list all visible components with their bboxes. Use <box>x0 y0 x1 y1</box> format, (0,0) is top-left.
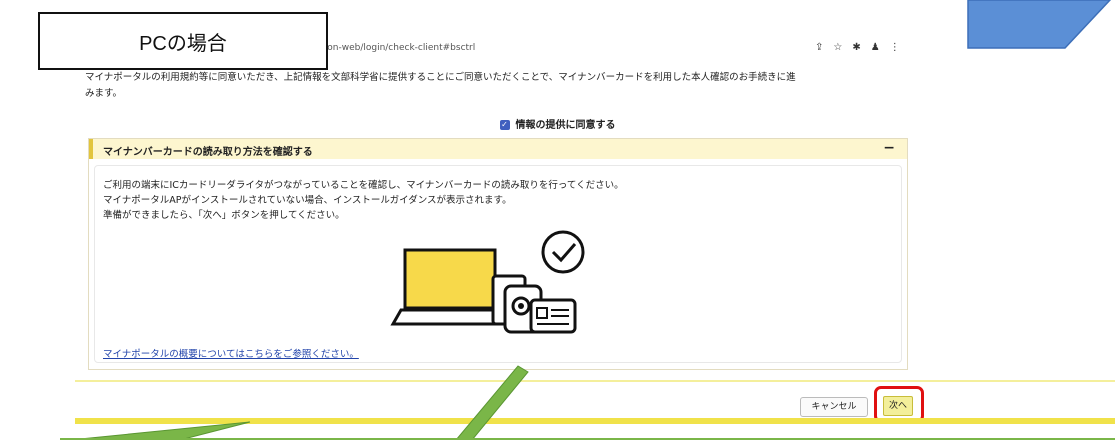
callout-arrow-icon <box>60 365 1115 440</box>
panel-header[interactable]: マイナンバーカードの読み取り方法を確認する − <box>89 139 907 159</box>
instruction-line: 準備ができましたら、「次へ」ボタンを押してください。 <box>103 210 345 221</box>
blue-arrow-icon <box>967 0 1112 49</box>
panel-body: ご利用の端末にICカードリーダライタがつながっていることを確認し、マイナンバーカ… <box>94 165 902 363</box>
consent-checkbox-label[interactable]: 情報の提供に同意する <box>516 120 616 131</box>
instruction-line: ご利用の端末にICカードリーダライタがつながっていることを確認し、マイナンバーカ… <box>103 180 624 191</box>
consent-checkbox-row[interactable]: ✓ 情報の提供に同意する <box>0 116 1115 131</box>
browser-address-bar[interactable]: uation-web/login/check-client#bsctrl ⇪☆✱… <box>230 40 945 62</box>
menu-icon[interactable]: ⋮ <box>890 42 910 53</box>
overview-link[interactable]: マイナポータルの概要についてはこちらをご参照ください。 <box>103 346 359 360</box>
collapse-icon[interactable]: − <box>883 140 895 156</box>
pc-case-label: PCの場合 <box>38 12 328 70</box>
panel-title: マイナンバーカードの読み取り方法を確認する <box>103 147 313 158</box>
card-reading-panel: マイナンバーカードの読み取り方法を確認する − ご利用の端末にICカードリーダラ… <box>88 138 908 370</box>
instruction-line: マイナポータルAPがインストールされていない場合、インストールガイダンスが表示さ… <box>103 195 512 206</box>
instructions: ご利用の端末にICカードリーダライタがつながっていることを確認し、マイナンバーカ… <box>103 178 624 223</box>
browser-toolbar-icons[interactable]: ⇪☆✱♟⋮ <box>815 42 910 53</box>
consent-text-line1: マイナポータルの利用規約等に同意いただき、上記情報を文部科学省に提供することにご… <box>85 72 796 83</box>
share-icon[interactable]: ⇪ <box>815 42 833 53</box>
consent-text-line2: みます。 <box>85 88 123 99</box>
checkbox-checked-icon[interactable]: ✓ <box>499 120 510 130</box>
star-icon[interactable]: ☆ <box>833 42 852 53</box>
laptop-card-reader-icon <box>390 230 585 334</box>
url-text[interactable]: uation-web/login/check-client#bsctrl <box>310 43 475 53</box>
profile-icon[interactable]: ♟ <box>871 42 890 53</box>
consent-text: マイナポータルの利用規約等に同意いただき、上記情報を文部科学省に提供することにご… <box>85 70 915 102</box>
extensions-icon[interactable]: ✱ <box>852 42 870 53</box>
